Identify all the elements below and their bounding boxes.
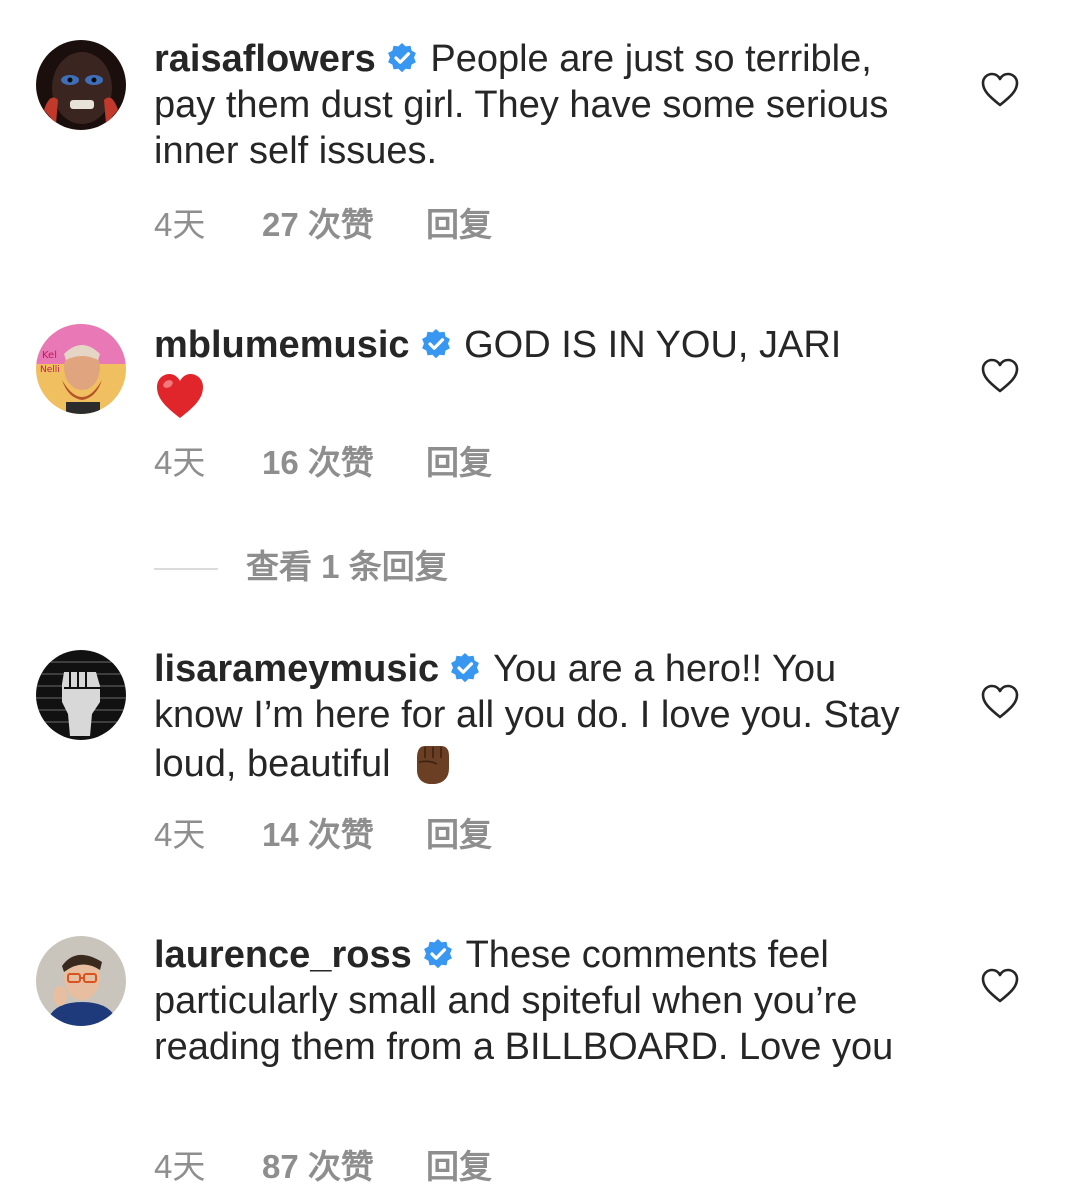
verified-badge-icon bbox=[422, 938, 454, 970]
reply-button[interactable]: 回复 bbox=[426, 198, 492, 246]
avatar[interactable] bbox=[36, 40, 126, 130]
avatar[interactable] bbox=[36, 650, 126, 740]
like-count[interactable]: 27 次赞 bbox=[262, 198, 426, 246]
view-replies-button[interactable]: 查看 1 条回复 bbox=[154, 540, 448, 588]
username[interactable]: lisarameymusic bbox=[154, 648, 439, 690]
comment-meta: 4天 16 次赞 回复 bbox=[154, 436, 492, 484]
timestamp[interactable]: 4天 bbox=[154, 808, 262, 856]
like-count[interactable]: 87 次赞 bbox=[262, 1140, 426, 1188]
username[interactable]: raisaflowers bbox=[154, 38, 376, 80]
comment-body: raisaflowers People are just so terrible… bbox=[154, 36, 914, 174]
comment-body: laurence_ross These comments feel partic… bbox=[154, 932, 914, 1070]
svg-text:Kel: Kel bbox=[42, 350, 57, 361]
comment-body: lisarameymusic You are a hero!! You know… bbox=[154, 646, 914, 797]
comment-meta: 4天 14 次赞 回复 bbox=[154, 808, 492, 856]
comment-meta: 4天 87 次赞 回复 bbox=[154, 1140, 492, 1188]
comment-text: GOD IS IN YOU, JARI bbox=[464, 324, 842, 366]
username[interactable]: mblumemusic bbox=[154, 324, 410, 366]
reply-button[interactable]: 回复 bbox=[426, 1140, 492, 1188]
comment-body: mblumemusic GOD IS IN YOU, JARI bbox=[154, 322, 914, 433]
avatar[interactable] bbox=[36, 936, 126, 1026]
comment-meta: 4天 27 次赞 回复 bbox=[154, 198, 492, 246]
username[interactable]: laurence_ross bbox=[154, 934, 412, 976]
red-heart-icon bbox=[154, 370, 206, 433]
like-heart-icon[interactable] bbox=[980, 966, 1020, 1006]
like-count[interactable]: 16 次赞 bbox=[262, 436, 426, 484]
svg-text:Nelli: Nelli bbox=[40, 365, 60, 375]
timestamp[interactable]: 4天 bbox=[154, 1140, 262, 1188]
timestamp[interactable]: 4天 bbox=[154, 198, 262, 246]
verified-badge-icon bbox=[449, 652, 481, 684]
like-count[interactable]: 14 次赞 bbox=[262, 808, 426, 856]
verified-badge-icon bbox=[386, 42, 418, 74]
verified-badge-icon bbox=[420, 328, 452, 360]
avatar[interactable]: Kel Nelli bbox=[36, 324, 126, 414]
raised-fist-icon bbox=[407, 738, 455, 797]
like-heart-icon[interactable] bbox=[980, 682, 1020, 722]
reply-button[interactable]: 回复 bbox=[426, 808, 492, 856]
like-heart-icon[interactable] bbox=[980, 70, 1020, 110]
view-replies-label: 查看 1 条回复 bbox=[246, 548, 448, 585]
divider-line bbox=[154, 568, 218, 571]
reply-button[interactable]: 回复 bbox=[426, 436, 492, 484]
like-heart-icon[interactable] bbox=[980, 356, 1020, 396]
timestamp[interactable]: 4天 bbox=[154, 436, 262, 484]
